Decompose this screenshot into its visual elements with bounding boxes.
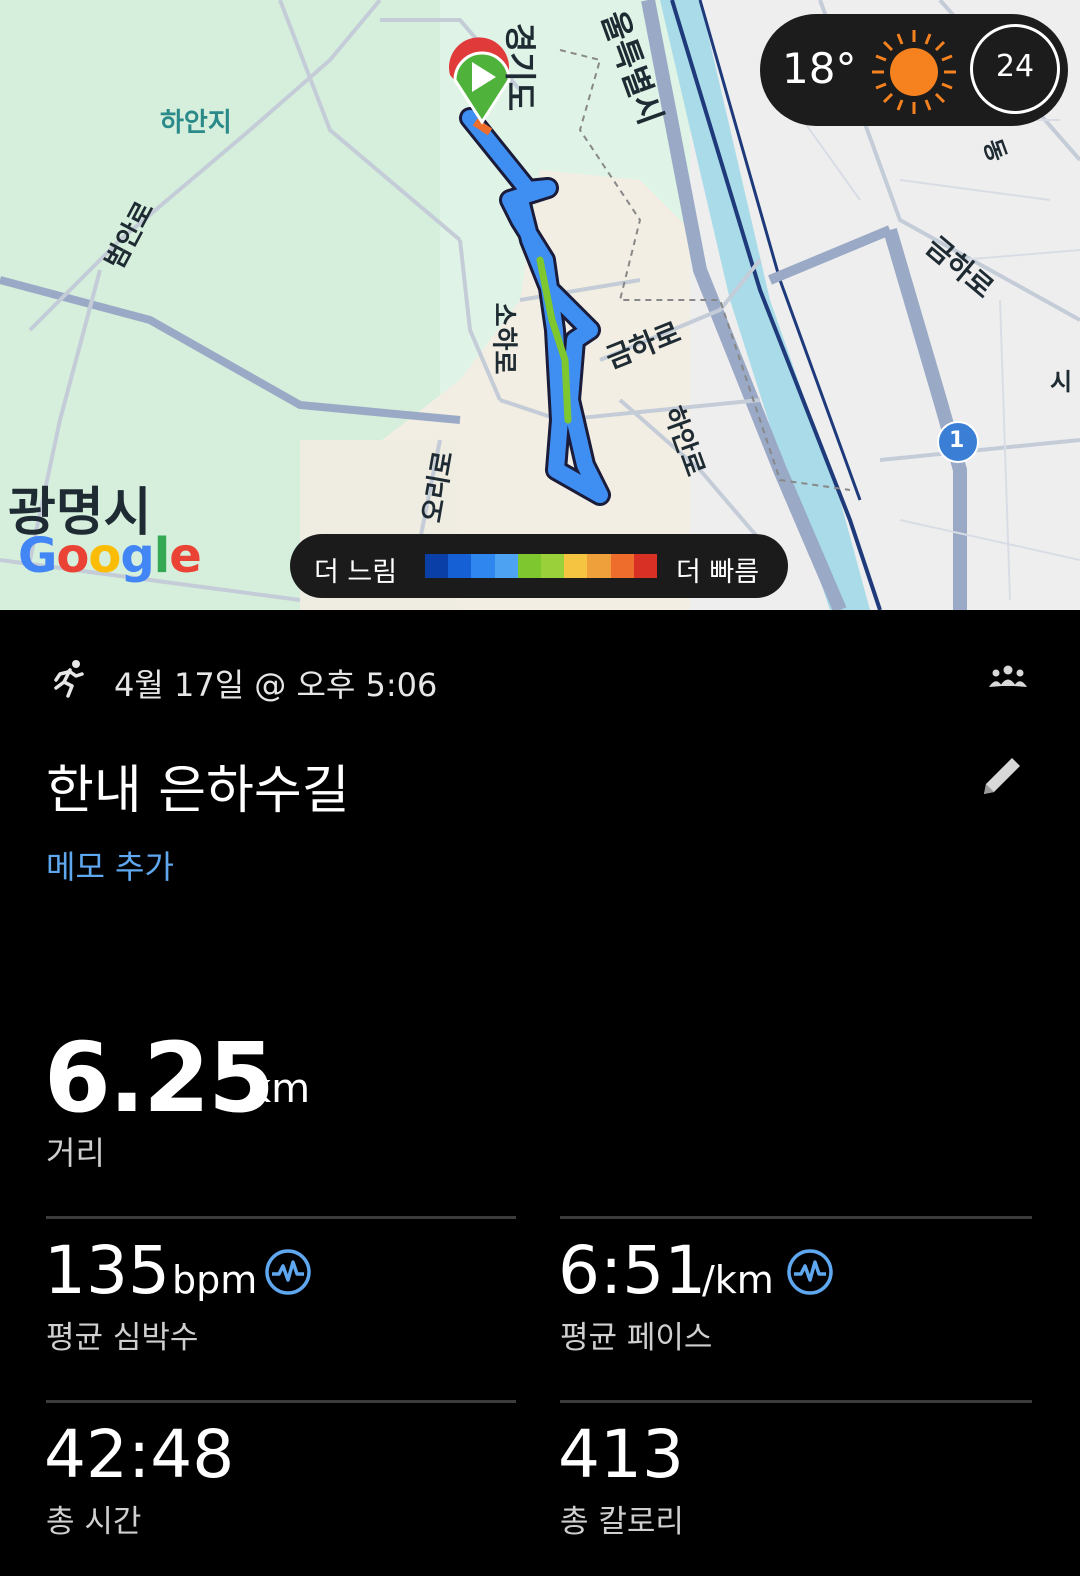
distance-label: 거리 xyxy=(46,1134,105,1172)
heart-rate-label: 평균 심박수 xyxy=(46,1320,199,1356)
workout-datetime: 4월 17일 @ 오후 5:06 xyxy=(114,666,438,704)
heart-rate-unit: bpm xyxy=(172,1258,258,1302)
pace-unit: /km xyxy=(702,1258,774,1302)
duration-label: 총 시간 xyxy=(46,1504,142,1540)
duration-value: 42:48 xyxy=(44,1416,235,1493)
distance-value: 6.25 xyxy=(44,1022,275,1134)
divider xyxy=(560,1216,1032,1219)
pace-value: 6:51 xyxy=(558,1232,707,1309)
calories-value: 413 xyxy=(558,1416,684,1493)
route-badge: 1 xyxy=(949,428,965,453)
weather-widget: 18° 24 xyxy=(760,14,1068,126)
pace-label: 평균 페이스 xyxy=(560,1320,713,1356)
speed-legend: 더 느림 더 빠름 xyxy=(290,534,788,598)
sun-icon xyxy=(872,30,956,114)
distance-unit: km xyxy=(248,1066,311,1112)
edit-pencil-icon[interactable] xyxy=(976,750,1028,802)
pace-chart-icon[interactable] xyxy=(786,1248,834,1296)
running-icon xyxy=(54,660,84,698)
speed-gradient xyxy=(425,554,658,578)
calories-label: 총 칼로리 xyxy=(560,1504,684,1540)
workout-title: 한내 은하수길 xyxy=(46,761,350,821)
speed-fast-label: 더 빠름 xyxy=(676,557,760,588)
speed-slow-label: 더 느림 xyxy=(314,557,398,588)
route-map[interactable]: 하안지 범안로 경기도 울특별시 소하로 금하로 금하로 하안로 오리로 동 시… xyxy=(0,0,1080,610)
add-memo-link[interactable]: 메모 추가 xyxy=(46,842,174,888)
divider xyxy=(46,1400,516,1403)
group-icon[interactable] xyxy=(988,664,1028,690)
map-label-gyeonggi: 경기도 xyxy=(501,22,540,112)
wind-dial-icon: 24 xyxy=(970,24,1060,114)
temperature: 18° xyxy=(782,44,857,93)
heart-rate-value: 135 xyxy=(44,1232,170,1309)
wind-value: 24 xyxy=(995,49,1035,84)
map-label-si: 시 xyxy=(1050,368,1073,396)
google-logo: Google xyxy=(18,528,202,584)
heart-rate-chart-icon[interactable] xyxy=(264,1248,312,1296)
divider xyxy=(560,1400,1032,1403)
map-label-soha: 소하로 xyxy=(488,302,519,375)
map-label-haanji: 하안지 xyxy=(160,108,232,138)
divider xyxy=(46,1216,516,1219)
